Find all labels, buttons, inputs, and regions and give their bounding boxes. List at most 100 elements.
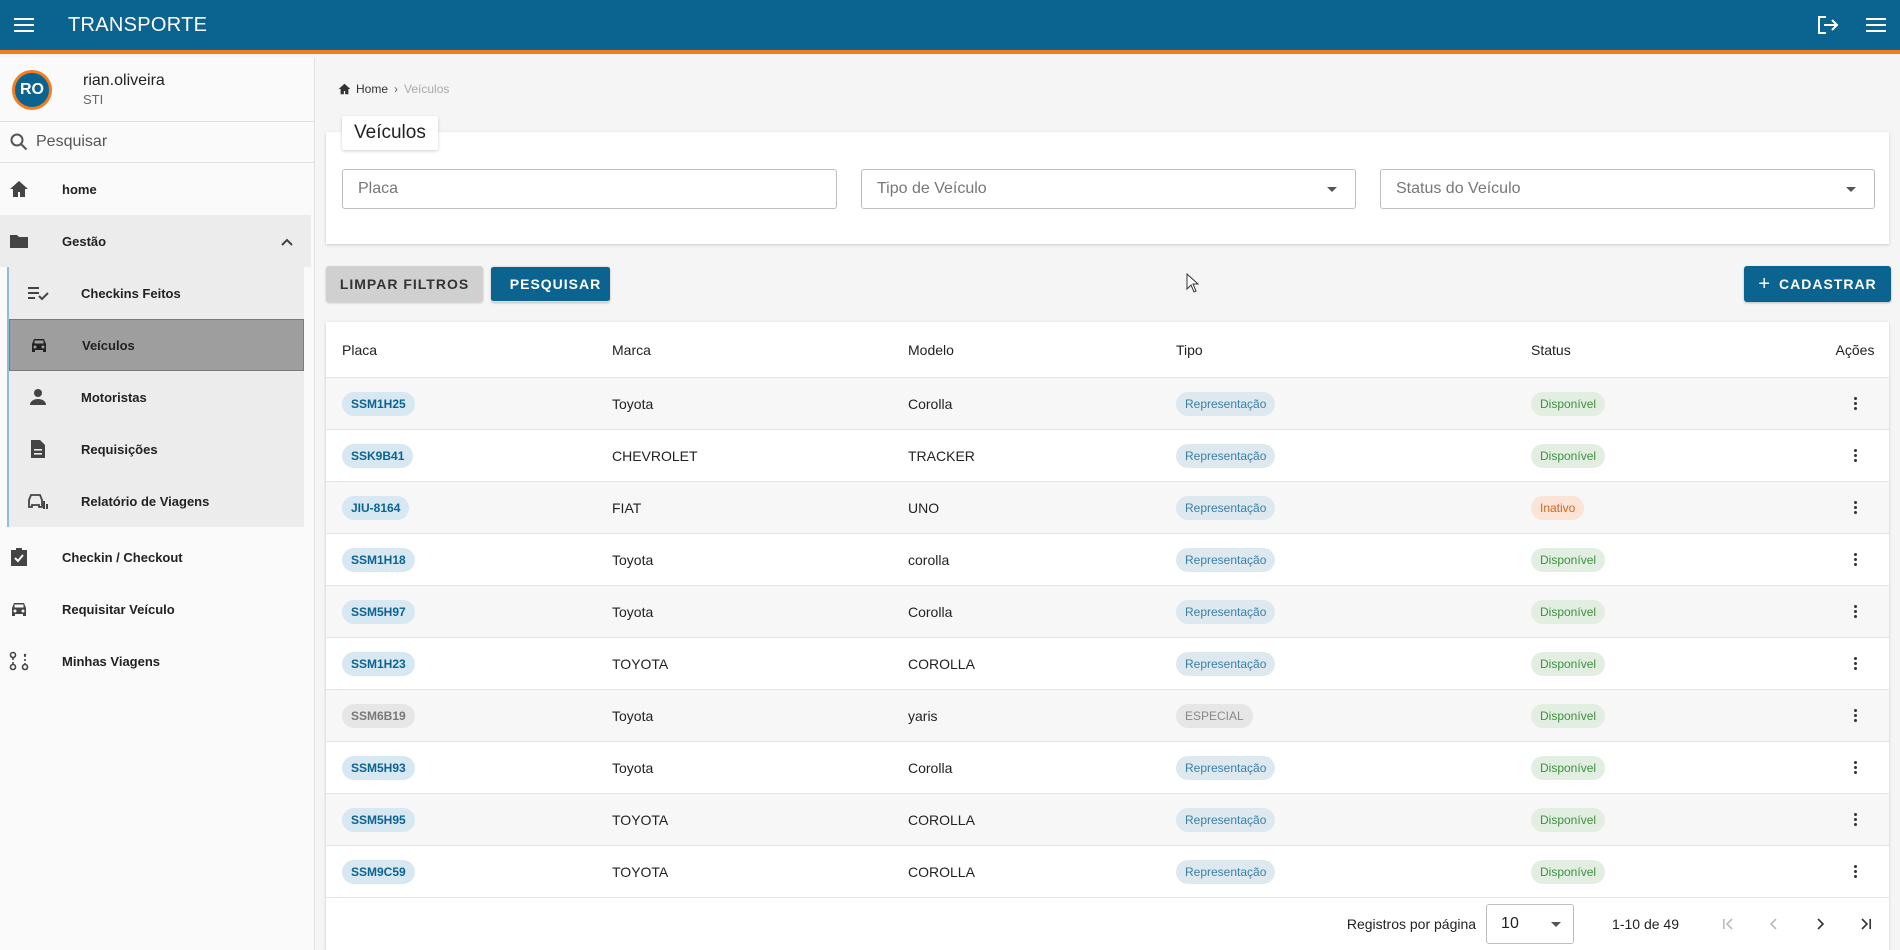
sidebar-item-motoristas[interactable]: Motoristas	[9, 371, 304, 423]
row-actions-button[interactable]	[1821, 709, 1889, 722]
page-range: 1-10 de 49	[1612, 916, 1679, 932]
rows-per-page-label: Registros por página	[1346, 916, 1477, 932]
document-icon	[31, 440, 45, 458]
status-veiculo-select[interactable]: Status do Veículo	[1380, 169, 1875, 209]
row-actions-button[interactable]	[1821, 761, 1889, 774]
sidebar-item-relatorio-viagens[interactable]: Relatório de Viagens	[9, 475, 304, 527]
type-chip: ESPECIAL	[1176, 703, 1253, 728]
sidebar-item-home[interactable]: home	[0, 163, 314, 215]
logout-icon	[1818, 16, 1839, 34]
rows-per-page-value: 10	[1501, 915, 1519, 932]
more-vert-icon	[1853, 813, 1857, 826]
status-badge: Disponível	[1531, 651, 1606, 676]
table-row[interactable]: SSM9C59 TOYOTA COROLLA Representação Dis…	[326, 846, 1889, 898]
table-row[interactable]: SSK9B41 CHEVROLET TRACKER Representação …	[326, 430, 1889, 482]
chevron-left-icon	[1769, 918, 1777, 930]
sidebar-item-minhas-viagens[interactable]: Minhas Viagens	[0, 635, 314, 687]
table-row[interactable]: JIU-8164 FIAT UNO Representação Inativo	[326, 482, 1889, 534]
home-icon	[338, 83, 351, 95]
clear-filters-button[interactable]: LIMPAR FILTROS	[326, 266, 483, 302]
plate-chip: SSM1H23	[342, 651, 415, 676]
previous-page-button[interactable]	[1751, 904, 1797, 944]
sidebar-item-label: Requisitar Veículo	[62, 601, 175, 617]
plate-chip: SSM5H93	[342, 755, 415, 780]
sidebar-item-requisicoes[interactable]: Requisições	[9, 423, 304, 475]
table-row[interactable]: SSM1H25 Toyota Corolla Representação Dis…	[326, 378, 1889, 430]
sidebar-item-checkin-checkout[interactable]: Checkin / Checkout	[0, 531, 314, 583]
row-actions-button[interactable]	[1821, 397, 1889, 410]
status-badge: Disponível	[1531, 807, 1606, 832]
row-actions-button[interactable]	[1821, 813, 1889, 826]
add-vehicle-button[interactable]: + CADASTRAR	[1744, 266, 1891, 302]
status-badge: Inativo	[1531, 495, 1585, 520]
plate-chip: SSM6B19	[342, 703, 415, 728]
type-chip: Representação	[1176, 391, 1276, 416]
table-row[interactable]: SSM5H97 Toyota Corolla Representação Dis…	[326, 586, 1889, 638]
sidebar-group-gestao[interactable]: Gestão	[0, 215, 311, 267]
sidebar-item-label: home	[62, 181, 97, 197]
type-chip: Representação	[1176, 651, 1276, 676]
cell-marca: CHEVROLET	[612, 447, 698, 464]
row-actions-button[interactable]	[1821, 449, 1889, 462]
avatar[interactable]: RO	[12, 69, 52, 110]
more-vert-icon	[1853, 709, 1857, 722]
row-actions-button[interactable]	[1821, 553, 1889, 566]
search-input[interactable]	[36, 133, 296, 151]
plate-chip: SSM5H95	[342, 807, 415, 832]
tipo-veiculo-select[interactable]: Tipo de Veículo	[861, 169, 1356, 209]
sidebar-item-veiculos[interactable]: Veículos	[9, 319, 304, 371]
pagination: Registros por página 10 1-10 de 49	[326, 898, 1889, 950]
row-actions-button[interactable]	[1821, 501, 1889, 514]
placa-input[interactable]: Placa	[342, 169, 837, 209]
column-header-modelo[interactable]: Modelo	[908, 342, 1176, 358]
column-header-marca[interactable]: Marca	[612, 342, 908, 358]
cell-marca: TOYOTA	[612, 655, 669, 672]
top-bar: TRANSPORTE	[0, 0, 1900, 54]
sidebar-item-requisitar-veiculo[interactable]: Requisitar Veículo	[0, 583, 314, 635]
hamburger-icon	[1866, 18, 1886, 32]
menu-button[interactable]	[0, 0, 48, 52]
column-header-status[interactable]: Status	[1531, 342, 1821, 358]
last-page-icon	[1861, 918, 1871, 930]
table-row[interactable]: SSM1H23 TOYOTA COROLLA Representação Dis…	[326, 638, 1889, 690]
last-page-button[interactable]	[1843, 904, 1889, 944]
row-actions-button[interactable]	[1821, 605, 1889, 618]
table-row[interactable]: SSM1H18 Toyota corolla Representação Dis…	[326, 534, 1889, 586]
dropdown-arrow-icon	[1846, 186, 1856, 192]
home-icon	[10, 181, 28, 197]
type-chip: Representação	[1176, 859, 1276, 884]
sidebar-item-label: Requisições	[81, 441, 158, 457]
search-button[interactable]: PESQUISAR	[491, 266, 610, 302]
sidebar-item-label: Checkins Feitos	[81, 285, 181, 301]
breadcrumb-home-link[interactable]: Home	[356, 82, 388, 96]
table-row[interactable]: SSM6B19 Toyota yaris ESPECIAL Disponível	[326, 690, 1889, 742]
column-header-placa[interactable]: Placa	[326, 342, 612, 358]
more-vert-icon	[1853, 605, 1857, 618]
more-vert-icon	[1853, 761, 1857, 774]
mouse-cursor-icon	[1186, 273, 1200, 293]
search-icon	[10, 133, 28, 151]
sidebar-item-checkins-feitos[interactable]: Checkins Feitos	[9, 267, 304, 319]
cell-marca: Toyota	[612, 707, 654, 724]
row-actions-button[interactable]	[1821, 657, 1889, 670]
vehicles-table: Placa Marca Modelo Tipo Status Ações SSM…	[326, 322, 1889, 950]
cell-modelo: yaris	[908, 707, 938, 724]
more-vert-icon	[1853, 657, 1857, 670]
clipboard-check-icon	[11, 548, 27, 566]
options-menu-button[interactable]	[1852, 0, 1900, 52]
column-header-tipo[interactable]: Tipo	[1176, 342, 1531, 358]
table-row[interactable]: SSM5H95 TOYOTA COROLLA Representação Dis…	[326, 794, 1889, 846]
next-page-button[interactable]	[1797, 904, 1843, 944]
user-name: rian.oliveira	[83, 72, 165, 89]
sidebar-item-label: Minhas Viagens	[62, 653, 161, 669]
add-button-label: CADASTRAR	[1779, 276, 1877, 292]
first-page-button[interactable]	[1705, 904, 1751, 944]
rows-per-page-select[interactable]: 10	[1486, 904, 1575, 944]
logout-button[interactable]	[1804, 0, 1852, 52]
table-row[interactable]: SSM5H93 Toyota Corolla Representação Dis…	[326, 742, 1889, 794]
chevron-up-icon	[281, 238, 293, 246]
row-actions-button[interactable]	[1821, 865, 1889, 878]
sidebar-search	[0, 121, 314, 163]
cell-marca: FIAT	[612, 499, 642, 516]
cell-modelo: Corolla	[908, 395, 953, 412]
